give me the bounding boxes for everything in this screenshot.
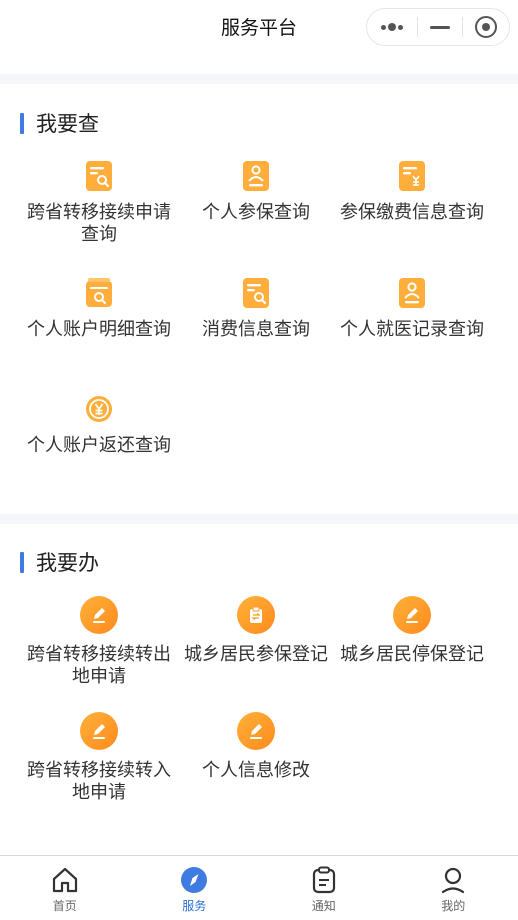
- query-item-label: 消费信息查询: [202, 319, 310, 340]
- doc-person-icon: [243, 161, 269, 191]
- tab-label: 通知: [311, 899, 336, 913]
- tab-label: 我的: [441, 899, 466, 913]
- section-gap: [0, 74, 518, 84]
- action-item-label: 跨省转移接续转出地申请: [27, 644, 171, 687]
- query-item-label: 参保缴费信息查询: [340, 202, 484, 223]
- action-item-transfer-out[interactable]: 跨省转移接续转出地申请: [21, 596, 177, 688]
- query-item-label: 个人账户返还查询: [27, 435, 171, 456]
- yen-return-icon: [86, 396, 112, 422]
- action-section-title: 我要办: [20, 549, 99, 575]
- clipboard-icon: [237, 596, 275, 634]
- home-icon: [52, 867, 77, 893]
- tab-label: 服务: [182, 899, 207, 913]
- query-item-transfer[interactable]: 跨省转移接续申请查询: [21, 160, 177, 246]
- query-item-label: 个人账户明细查询: [27, 319, 171, 340]
- action-section: 我要办 跨省转移接续转出地申请 城乡居民参保登记 城乡居民停保登记 跨省转移接续…: [0, 524, 518, 855]
- pencil-icon: [80, 712, 118, 750]
- pencil-icon: [80, 596, 118, 634]
- action-item-profile-edit[interactable]: 个人信息修改: [178, 712, 334, 782]
- minimize-icon[interactable]: [418, 9, 462, 45]
- doc-search-icon: [86, 161, 112, 191]
- compass-icon: [181, 867, 208, 893]
- query-item-account-detail[interactable]: 个人账户明细查询: [21, 277, 177, 341]
- query-item-label: 个人参保查询: [202, 202, 310, 223]
- action-item-label: 城乡居民参保登记: [184, 644, 328, 665]
- query-section-title: 我要查: [20, 110, 99, 136]
- bottom-tab-bar: 首页 服务 通知 我的: [0, 855, 518, 920]
- action-item-resident-stop[interactable]: 城乡居民停保登记: [334, 596, 490, 666]
- query-item-label: 跨省转移接续申请查询: [27, 202, 171, 245]
- pencil-icon: [393, 596, 431, 634]
- action-item-label: 跨省转移接续转入地申请: [27, 760, 171, 803]
- header-bar: 服务平台: [0, 0, 518, 74]
- query-item-payment-info[interactable]: 参保缴费信息查询: [334, 160, 490, 224]
- wallet-search-icon: [86, 278, 112, 307]
- user-icon: [442, 867, 465, 894]
- query-section: 我要查 跨省转移接续申请查询 个人参保查询 参保缴费信息查询 个人账户明细查询 …: [0, 84, 518, 514]
- doc-yen-icon: [399, 161, 425, 191]
- query-item-label: 个人就医记录查询: [340, 319, 484, 340]
- close-target-icon[interactable]: [463, 9, 509, 45]
- action-item-label: 城乡居民停保登记: [340, 644, 484, 665]
- mini-program-capsule: [366, 8, 510, 46]
- doc-person-icon: [399, 278, 425, 308]
- action-item-transfer-in[interactable]: 跨省转移接续转入地申请: [21, 712, 177, 804]
- more-options-icon[interactable]: [367, 9, 417, 45]
- query-item-consumption-info[interactable]: 消费信息查询: [178, 277, 334, 341]
- action-item-resident-enroll[interactable]: 城乡居民参保登记: [178, 596, 334, 666]
- query-item-account-return[interactable]: 个人账户返还查询: [21, 393, 177, 457]
- action-item-label: 个人信息修改: [202, 760, 310, 781]
- service-platform-page: 服务平台 我要查 跨省转移接续申请查询 个人参保查询 参保缴费信息查询 个人账户…: [0, 0, 518, 920]
- tab-home[interactable]: 首页: [0, 856, 130, 920]
- tab-notice[interactable]: 通知: [259, 856, 389, 920]
- tab-service[interactable]: 服务: [130, 856, 260, 920]
- section-gap: [0, 514, 518, 524]
- query-item-personal-insurance[interactable]: 个人参保查询: [178, 160, 334, 224]
- tab-mine[interactable]: 我的: [389, 856, 518, 920]
- clipboard-icon: [312, 866, 335, 894]
- pencil-icon: [237, 712, 275, 750]
- tab-label: 首页: [52, 899, 77, 913]
- doc-search-icon: [243, 278, 269, 308]
- query-item-medical-record[interactable]: 个人就医记录查询: [334, 277, 490, 341]
